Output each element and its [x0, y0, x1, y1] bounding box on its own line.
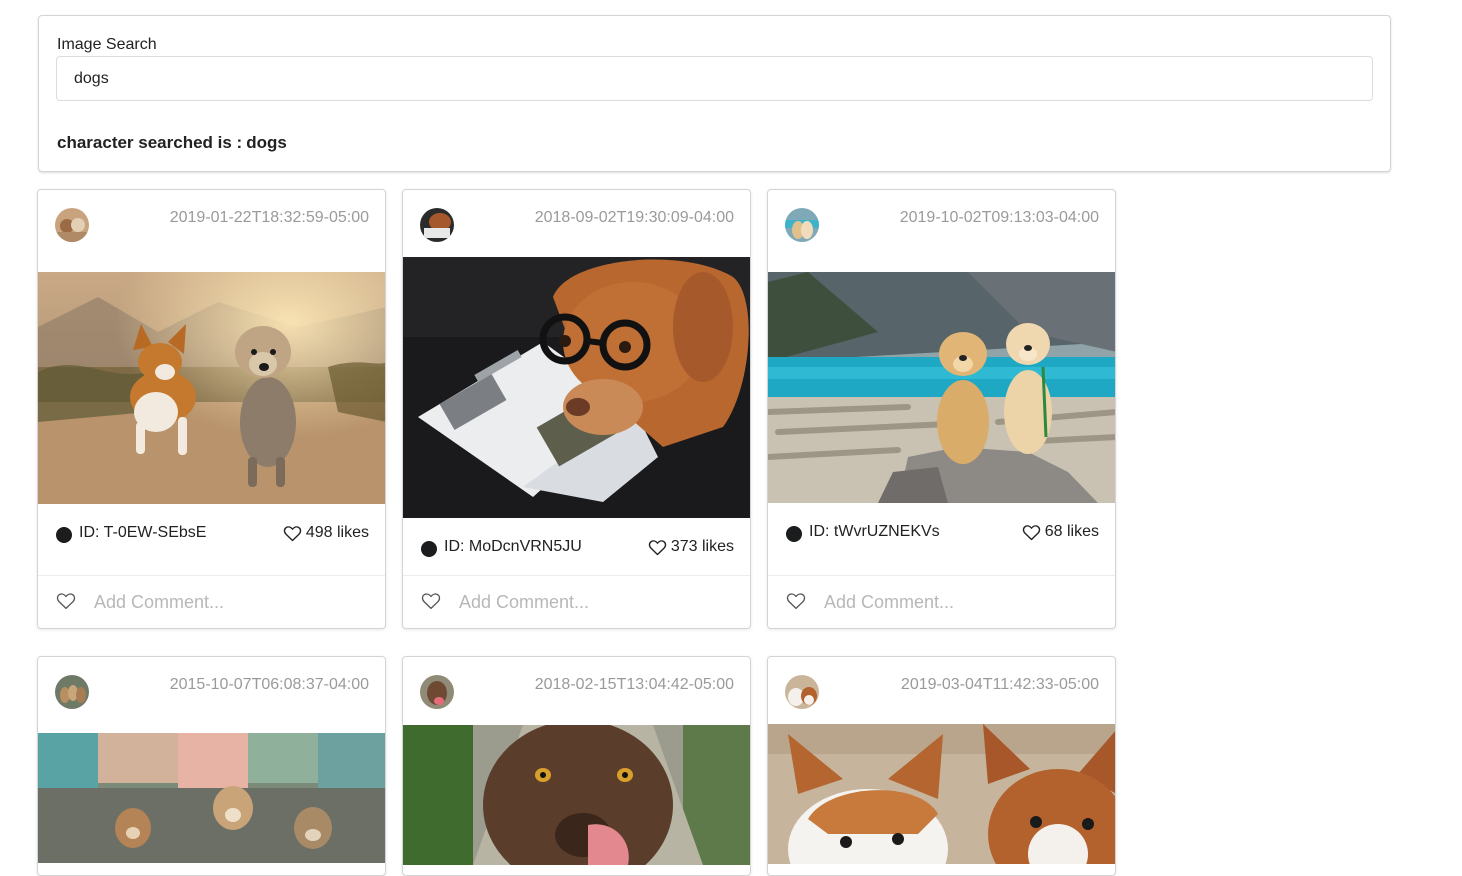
card-timestamp: 2019-01-22T18:32:59-05:00	[169, 209, 369, 226]
card-id: ID: tWvrUZNEKVs	[809, 523, 940, 540]
card-meta: ID: MoDcnVRN5JU 373 likes	[421, 537, 734, 559]
search-label: Image Search	[57, 36, 157, 53]
card-likes: 68 likes	[1022, 523, 1099, 541]
avatar[interactable]	[55, 675, 89, 709]
image-card: 2015-10-07T06:08:37-04:00	[37, 656, 386, 876]
search-result-value: dogs	[246, 133, 287, 152]
likes-count: 68 likes	[1044, 523, 1099, 540]
card-photo[interactable]	[38, 272, 385, 504]
card-id: ID: MoDcnVRN5JU	[444, 538, 582, 555]
search-result: character searched is : dogs	[57, 133, 287, 153]
card-photo[interactable]	[38, 733, 385, 863]
card-meta: ID: T-0EW-SEbsE 498 likes	[56, 523, 369, 545]
card-photo[interactable]	[768, 724, 1115, 864]
card-footer	[768, 575, 1115, 628]
comment-input[interactable]	[459, 588, 729, 616]
heart-icon	[283, 525, 302, 541]
likes-count: 373 likes	[670, 538, 734, 555]
card-photo[interactable]	[768, 272, 1115, 503]
status-dot-icon	[786, 526, 802, 542]
card-timestamp: 2015-10-07T06:08:37-04:00	[169, 676, 369, 693]
avatar[interactable]	[420, 675, 454, 709]
search-panel: Image Search character searched is :dogs	[38, 15, 1391, 172]
heart-icon	[648, 539, 667, 555]
card-photo[interactable]	[403, 725, 750, 865]
status-dot-icon	[421, 541, 437, 557]
like-button-heart-icon[interactable]	[56, 592, 76, 610]
image-card: 2019-03-04T11:42:33-05:00	[767, 656, 1116, 876]
search-result-prefix: character searched is :	[57, 133, 243, 152]
heart-icon	[1022, 524, 1040, 540]
image-card: 2019-01-22T18:32:59-05:00 ID: T-0EW-SEbs…	[37, 189, 386, 629]
card-timestamp: 2019-10-02T09:13:03-04:00	[899, 209, 1099, 226]
card-timestamp: 2019-03-04T11:42:33-05:00	[900, 676, 1099, 693]
avatar[interactable]	[785, 208, 819, 242]
image-card: 2018-09-02T19:30:09-04:00 ID: MoDcnVRN5J…	[402, 189, 751, 629]
like-button-heart-icon[interactable]	[786, 592, 806, 610]
card-footer	[38, 575, 385, 628]
card-timestamp: 2018-09-02T19:30:09-04:00	[534, 209, 734, 226]
card-footer	[403, 575, 750, 628]
card-timestamp: 2018-02-15T13:04:42-05:00	[534, 676, 734, 693]
card-meta: ID: tWvrUZNEKVs 68 likes	[786, 522, 1099, 544]
avatar[interactable]	[785, 675, 819, 709]
likes-count: 498 likes	[305, 524, 369, 541]
card-likes: 498 likes	[283, 524, 369, 542]
card-photo[interactable]	[403, 257, 750, 518]
image-card: 2019-10-02T09:13:03-04:00 ID: tWvrUZNEKV…	[767, 189, 1116, 629]
comment-input[interactable]	[94, 588, 364, 616]
card-likes: 373 likes	[648, 538, 734, 556]
avatar[interactable]	[420, 208, 454, 242]
card-id: ID: T-0EW-SEbsE	[79, 524, 207, 541]
like-button-heart-icon[interactable]	[421, 592, 441, 610]
image-card: 2018-02-15T13:04:42-05:00	[402, 656, 751, 876]
avatar[interactable]	[55, 208, 89, 242]
search-input[interactable]	[56, 56, 1373, 101]
comment-input[interactable]	[824, 588, 1094, 616]
status-dot-icon	[56, 527, 72, 543]
